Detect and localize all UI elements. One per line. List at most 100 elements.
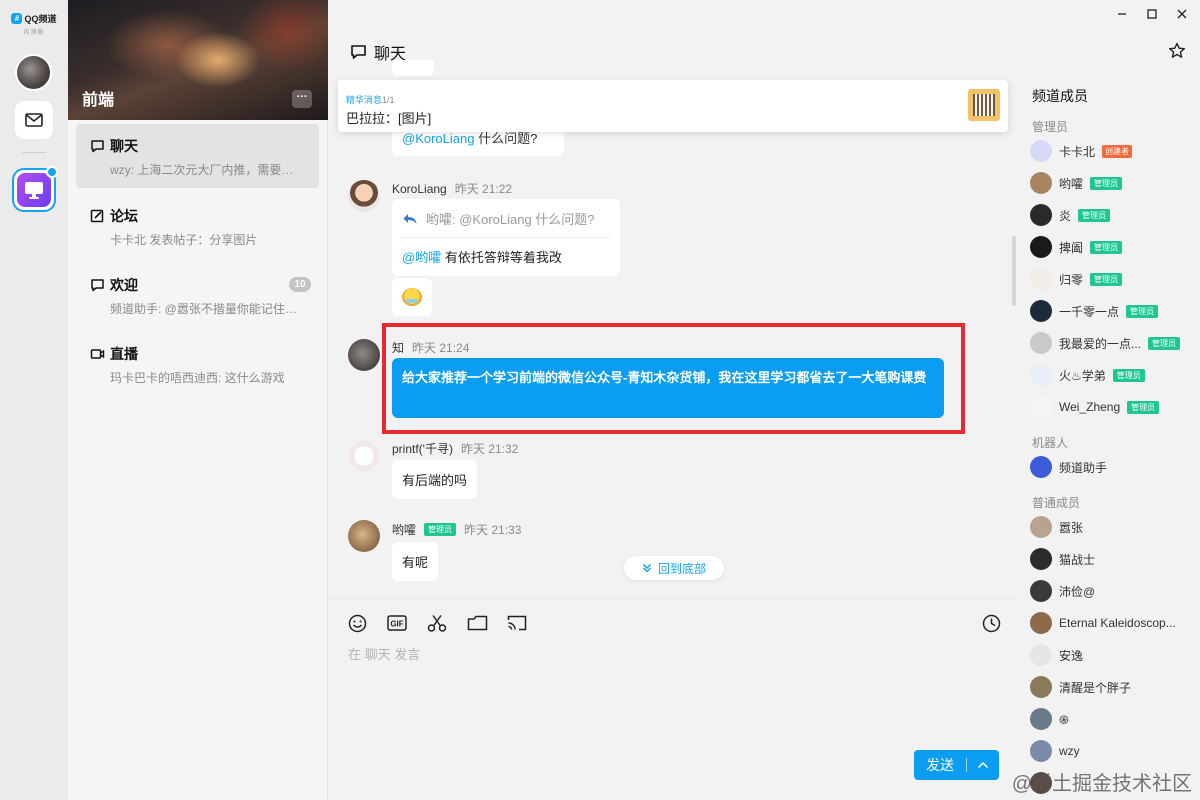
screenshot-button[interactable] — [426, 612, 448, 634]
maximize-button[interactable] — [1142, 6, 1162, 22]
channel-name: 直播 — [110, 346, 138, 362]
guild-more-button[interactable]: ··· — [292, 90, 312, 108]
member-row[interactable]: 火♨学弟 管理员 — [1030, 364, 1145, 386]
sender-avatar[interactable] — [348, 440, 380, 472]
member-role-tag: 管理员 — [1148, 336, 1181, 350]
channel-preview: 玛卡巴卡的唔西迪西: 这什么游戏 — [110, 371, 285, 385]
member-row[interactable]: 安逸 — [1030, 644, 1083, 666]
guild-banner: 前端 ··· — [68, 0, 328, 120]
send-options-button[interactable] — [967, 761, 999, 769]
member-row[interactable]: wzy — [1030, 740, 1080, 762]
minimize-button[interactable] — [1112, 6, 1132, 22]
mention[interactable]: @KoroLiang — [402, 131, 474, 146]
send-button[interactable]: 发送 — [914, 750, 999, 780]
mention[interactable]: @哟嚯 — [402, 250, 441, 265]
member-row[interactable]: 炎管理员 — [1030, 204, 1111, 226]
pinned-count: 1/1 — [382, 95, 395, 105]
send-label: 发送 — [926, 757, 954, 773]
watermark: @稀土掘金技术社区 — [1011, 773, 1192, 795]
sender-avatar[interactable] — [348, 180, 380, 212]
member-row[interactable]: 一千零一点 管理员 — [1030, 300, 1159, 322]
member-role-tag: 管理员 — [1127, 400, 1160, 414]
smile-icon — [348, 614, 366, 632]
chat-bubble-icon — [91, 140, 104, 153]
favorite-button[interactable] — [1168, 42, 1186, 62]
member-role-tag: 创建者 — [1102, 144, 1133, 158]
chat-bubble-icon — [351, 45, 366, 59]
sender-name[interactable]: printf('千寻) — [392, 440, 453, 457]
sender-name[interactable]: KoroLiang — [392, 182, 447, 196]
message-meta: printf('千寻) 昨天 21:32 — [392, 440, 518, 457]
composer-toolbar: GIF — [346, 612, 528, 634]
app-logo: # QQ频道 内测版 — [10, 12, 58, 42]
guild-rail: # QQ频道 内测版 — [0, 0, 68, 800]
close-icon — [1177, 9, 1187, 19]
message-bubble: 有呢 — [392, 542, 439, 581]
pinned-label-text: 精华消息 — [346, 95, 383, 105]
member-row[interactable]: Eternal Kaleidoscop... — [1030, 612, 1176, 634]
member-list-title: 频道成员 — [1032, 88, 1088, 104]
member-row[interactable]: 归零 管理员 — [1030, 268, 1123, 290]
member-row[interactable]: 清醒是个胖子 — [1030, 676, 1131, 698]
channel-sidebar: 前端 ··· 聊天 wzy: 上海二次元大厂内推，需要私我 论坛 卡卡北 发表帖… — [68, 0, 328, 800]
folder-button[interactable] — [466, 612, 488, 634]
chevron-up-icon — [977, 761, 989, 769]
message-time: 昨天 21:32 — [460, 442, 519, 456]
reply-quote[interactable]: 哟嚯: @KoroLiang 什么问题? — [402, 209, 610, 238]
annotation-highlight-box — [382, 323, 965, 434]
gif-button[interactable]: GIF — [386, 612, 408, 634]
member-avatar — [1030, 676, 1052, 698]
sender-avatar[interactable] — [348, 520, 380, 552]
back-to-bottom-button[interactable]: 回到底部 — [624, 556, 724, 580]
channel-item-welcome[interactable]: 欢迎 频道助手: @嚣张不揩量你能记住这... 10 — [76, 263, 319, 327]
message-meta: KoroLiang 昨天 21:22 — [392, 180, 512, 197]
history-button[interactable] — [980, 612, 1002, 634]
message-time: 昨天 21:22 — [454, 182, 513, 196]
screen-share-button[interactable] — [506, 612, 528, 634]
unread-count-badge: 10 — [289, 277, 311, 292]
member-name: 猫战士 — [1059, 552, 1096, 567]
member-row[interactable]: 嚣张 — [1030, 516, 1083, 538]
channel-item-forum[interactable]: 论坛 卡卡北 发表帖子：分享图片 — [76, 194, 319, 258]
minimize-icon — [1118, 13, 1126, 15]
channel-item-chat[interactable]: 聊天 wzy: 上海二次元大厂内推，需要私我 — [76, 124, 319, 188]
channel-name: 论坛 — [110, 208, 138, 224]
member-name: 捭阖 — [1059, 240, 1084, 255]
member-name: 卡卡北 — [1059, 144, 1096, 159]
message-text: 什么问题? — [474, 131, 538, 146]
scissors-icon — [427, 615, 447, 632]
member-row[interactable]: ֍ — [1030, 708, 1069, 730]
section-robots: 机器人 — [1032, 436, 1069, 450]
member-row[interactable]: 我最爱的一点... 管理员 — [1030, 332, 1181, 354]
qq-logo-icon: # — [11, 13, 23, 24]
member-avatar — [1030, 456, 1052, 478]
rail-divider — [22, 152, 46, 153]
pinned-image-thumbnail[interactable] — [968, 89, 1000, 121]
close-button[interactable] — [1172, 6, 1192, 22]
member-row[interactable]: Wei_Zheng 管理员 — [1030, 396, 1160, 418]
sender-avatar[interactable] — [348, 339, 380, 371]
member-row[interactable]: 卡卡北 创建者 — [1030, 140, 1133, 162]
mail-button[interactable] — [15, 101, 53, 139]
chat-panel: 聊天 精华消息1/1 巴拉拉：[图片] @KoroLiang 什么问题? Kor… — [328, 0, 1018, 800]
screen-share-icon — [507, 615, 527, 631]
guild-icon-frontend[interactable] — [12, 166, 58, 212]
message-input[interactable] — [348, 644, 988, 664]
member-role-tag: 管理员 — [1090, 240, 1123, 254]
member-row[interactable]: 哟嚯 管理员 — [1030, 172, 1123, 194]
chat-scrollbar[interactable] — [1012, 236, 1016, 306]
message-meta: 哟嚯 管理员 昨天 21:33 — [392, 521, 521, 538]
channel-item-live[interactable]: 直播 玛卡巴卡的唔西迪西: 这什么游戏 — [76, 332, 319, 396]
pinned-message-card[interactable]: 精华消息1/1 巴拉拉：[图片] — [338, 80, 1008, 132]
member-name: 归零 — [1059, 272, 1084, 287]
member-row[interactable]: 猫战士 — [1030, 548, 1095, 570]
member-row[interactable]: 沛俭@ — [1030, 580, 1095, 602]
user-avatar[interactable] — [15, 54, 52, 91]
member-row[interactable]: 频道助手 — [1030, 456, 1107, 478]
app-logo-text: QQ频道 — [24, 14, 57, 24]
emoji-button[interactable] — [346, 612, 368, 634]
member-row[interactable]: 捭阖 管理员 — [1030, 236, 1123, 258]
sender-name[interactable]: 哟嚯 — [392, 521, 416, 538]
member-avatar — [1030, 396, 1052, 418]
pinned-label: 精华消息1/1 — [346, 93, 395, 106]
